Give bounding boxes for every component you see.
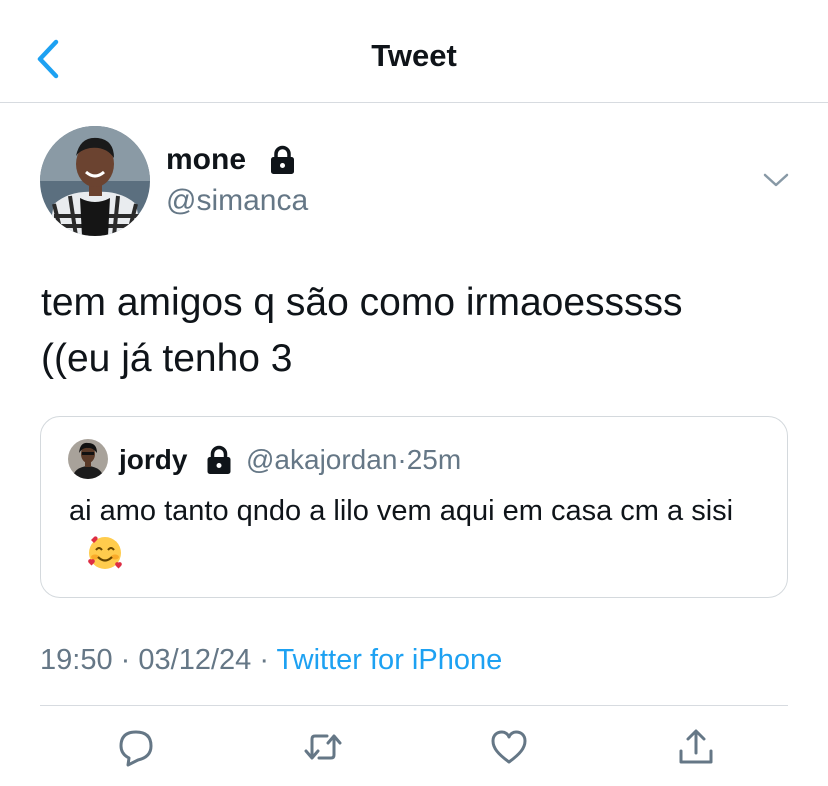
quoted-timestamp: 25m <box>406 444 462 475</box>
author-name[interactable]: mone <box>166 143 246 177</box>
separator: · <box>120 644 131 676</box>
tweet-date: 03/12/24 <box>138 644 252 676</box>
lock-icon <box>207 445 231 474</box>
lock-icon <box>271 145 294 174</box>
page-title: Tweet <box>371 38 457 73</box>
quoted-tweet[interactable]: jordy @akajordan·25m ai amo tanto qndo a… <box>40 416 788 598</box>
tweet-text-line: tem amigos q são como irmaoesssss <box>41 281 683 324</box>
retweet-icon <box>304 734 342 760</box>
smiling-face-with-hearts-emoji <box>85 532 125 572</box>
share-button[interactable] <box>676 727 716 767</box>
tweet-time: 19:50 <box>40 644 113 676</box>
quoted-avatar <box>68 439 108 479</box>
source-link[interactable]: Twitter for iPhone <box>277 644 503 676</box>
like-icon <box>491 730 527 764</box>
quoted-text-body: ai amo tanto qndo a lilo vem aqui em cas… <box>69 495 734 527</box>
reply-icon <box>119 730 153 767</box>
tweet-timestamp-line: 19:50 · 03/12/24 · Twitter for iPhone <box>40 644 502 677</box>
reply-button[interactable] <box>116 727 156 767</box>
quoted-text: ai amo tanto qndo a lilo vem aqui em cas… <box>69 491 769 576</box>
like-button[interactable] <box>489 727 529 767</box>
retweet-button[interactable] <box>303 727 343 767</box>
share-icon <box>679 729 713 764</box>
quoted-author-name: jordy <box>119 444 188 475</box>
tweet-text: tem amigos q são como irmaoesssss ((eu j… <box>41 275 801 387</box>
tweet-text-line: ((eu já tenho 3 <box>41 337 293 380</box>
quoted-meta: @akajordan·25m <box>246 444 461 476</box>
author-handle[interactable]: @simanca <box>166 184 308 218</box>
divider <box>40 705 788 706</box>
separator: · <box>259 644 269 676</box>
quoted-handle: @akajordan <box>246 444 398 475</box>
navigation-bar: Tweet <box>0 0 828 103</box>
avatar[interactable] <box>40 126 150 236</box>
chevron-down-icon <box>763 173 789 187</box>
separator: · <box>397 444 407 475</box>
more-options-button[interactable] <box>762 170 790 190</box>
